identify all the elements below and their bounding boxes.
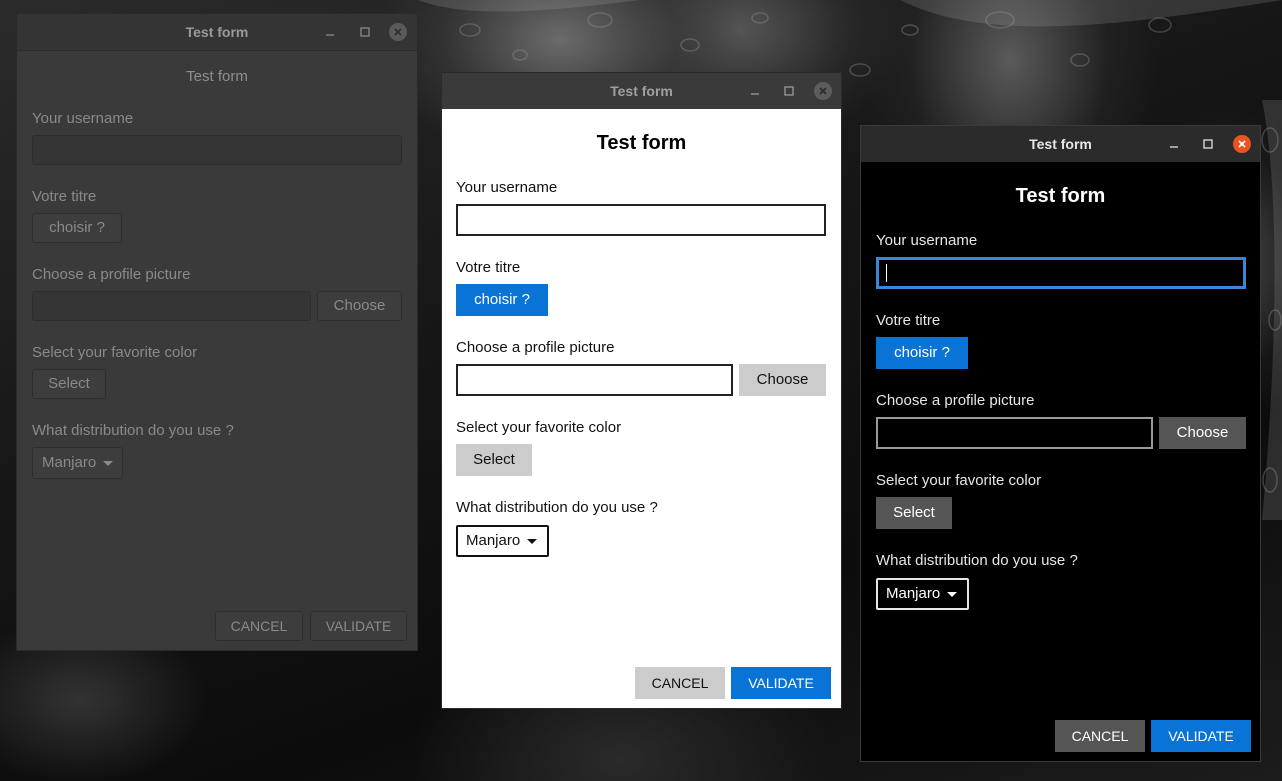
choose-title-button[interactable]: choisir ? bbox=[456, 284, 548, 316]
validate-button[interactable]: VALIDATE bbox=[310, 611, 407, 641]
choose-title-button[interactable]: choisir ? bbox=[32, 213, 122, 243]
distribution-value: Manjaro bbox=[886, 585, 941, 602]
text-cursor bbox=[886, 264, 887, 282]
profile-picture-path-input[interactable] bbox=[456, 364, 733, 396]
username-label: Your username bbox=[456, 179, 558, 196]
distribution-value: Manjaro bbox=[42, 454, 97, 471]
form-heading: Test form bbox=[1015, 185, 1106, 207]
title-label: Votre titre bbox=[32, 188, 97, 205]
profile-picture-path-input[interactable] bbox=[32, 291, 311, 321]
select-color-button[interactable]: Select bbox=[32, 369, 106, 399]
choose-picture-button[interactable]: Choose bbox=[317, 291, 402, 321]
select-color-button[interactable]: Select bbox=[876, 497, 952, 529]
distribution-label: What distribution do you use ? bbox=[32, 422, 234, 439]
validate-button[interactable]: VALIDATE bbox=[1151, 720, 1251, 752]
maximize-icon[interactable] bbox=[1199, 135, 1217, 153]
title-label: Votre titre bbox=[876, 312, 941, 329]
close-icon[interactable] bbox=[389, 23, 407, 41]
distribution-label: What distribution do you use ? bbox=[456, 499, 658, 516]
cancel-button[interactable]: CANCEL bbox=[635, 667, 725, 699]
minimize-icon[interactable] bbox=[746, 82, 764, 100]
distribution-label: What distribution do you use ? bbox=[876, 552, 1078, 569]
window-titlebar[interactable]: Test form bbox=[442, 73, 841, 109]
username-input[interactable] bbox=[456, 204, 826, 236]
favorite-color-label: Select your favorite color bbox=[876, 472, 1042, 489]
profile-picture-path-input[interactable] bbox=[876, 417, 1153, 449]
username-input[interactable] bbox=[876, 257, 1246, 289]
window-dark: Test form Test form Your username Votre … bbox=[860, 125, 1261, 762]
form-heading: Test form bbox=[186, 68, 248, 85]
dropdown-caret-icon bbox=[947, 591, 958, 597]
dropdown-caret-icon bbox=[527, 538, 538, 544]
cancel-button[interactable]: CANCEL bbox=[1055, 720, 1145, 752]
close-icon[interactable] bbox=[814, 82, 832, 100]
window-titlebar[interactable]: Test form bbox=[17, 14, 417, 51]
username-input[interactable] bbox=[32, 135, 402, 165]
favorite-color-label: Select your favorite color bbox=[32, 344, 198, 361]
username-label: Your username bbox=[876, 232, 978, 249]
validate-button[interactable]: VALIDATE bbox=[731, 667, 831, 699]
favorite-color-label: Select your favorite color bbox=[456, 419, 622, 436]
select-color-button[interactable]: Select bbox=[456, 444, 532, 476]
minimize-icon[interactable] bbox=[321, 23, 339, 41]
choose-picture-button[interactable]: Choose bbox=[739, 364, 826, 396]
window-light: Test form Test form Your username Votre … bbox=[441, 72, 842, 709]
profile-picture-label: Choose a profile picture bbox=[32, 266, 191, 283]
minimize-icon[interactable] bbox=[1165, 135, 1183, 153]
profile-picture-label: Choose a profile picture bbox=[456, 339, 615, 356]
distribution-dropdown[interactable]: Manjaro bbox=[32, 447, 123, 479]
distribution-value: Manjaro bbox=[466, 532, 521, 549]
cancel-button[interactable]: CANCEL bbox=[215, 611, 303, 641]
username-label: Your username bbox=[32, 110, 134, 127]
choose-title-button[interactable]: choisir ? bbox=[876, 337, 968, 369]
maximize-icon[interactable] bbox=[356, 23, 374, 41]
window-titlebar[interactable]: Test form bbox=[861, 126, 1260, 162]
maximize-icon[interactable] bbox=[780, 82, 798, 100]
distribution-dropdown[interactable]: Manjaro bbox=[876, 578, 969, 610]
form-heading: Test form bbox=[596, 132, 687, 154]
profile-picture-label: Choose a profile picture bbox=[876, 392, 1035, 409]
window-dim: Test form Test form Your username Votre … bbox=[16, 13, 418, 651]
dropdown-caret-icon bbox=[103, 460, 114, 466]
choose-picture-button[interactable]: Choose bbox=[1159, 417, 1246, 449]
distribution-dropdown[interactable]: Manjaro bbox=[456, 525, 549, 557]
title-label: Votre titre bbox=[456, 259, 521, 276]
close-icon[interactable] bbox=[1233, 135, 1251, 153]
